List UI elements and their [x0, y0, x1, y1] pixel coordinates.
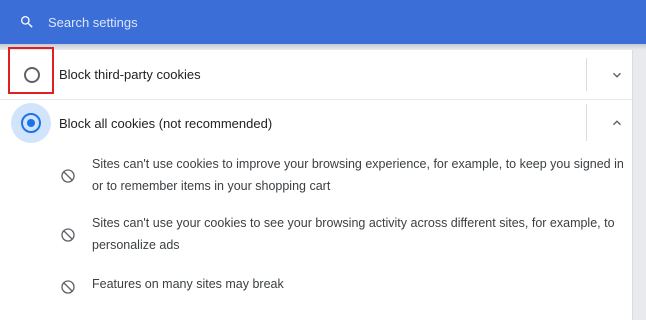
highlight-box: [8, 47, 54, 94]
option-block-all-cookies[interactable]: Block all cookies (not recommended): [0, 100, 632, 145]
divider: [586, 58, 587, 91]
search-input[interactable]: [48, 11, 608, 33]
block-icon: [61, 169, 75, 183]
chevron-down-icon[interactable]: [610, 68, 624, 82]
radio-dot: [27, 119, 35, 127]
detail-text: Features on many sites may break: [92, 277, 284, 291]
divider: [586, 104, 587, 141]
chevron-up-icon[interactable]: [610, 116, 624, 130]
radio-ring: [21, 113, 41, 133]
detail-text: Sites can't use your cookies to see your…: [92, 216, 615, 252]
cookie-settings-card: Block third-party cookies Block all cook…: [0, 50, 633, 320]
search-box: [0, 0, 640, 44]
block-icon: [61, 228, 75, 242]
option-label: Block all cookies (not recommended): [59, 116, 273, 131]
radio-button-selected[interactable]: [11, 103, 51, 143]
block-icon: [61, 280, 75, 294]
option-label: Block third-party cookies: [59, 67, 201, 82]
settings-header: [0, 0, 646, 44]
option-block-third-party-cookies[interactable]: Block third-party cookies: [0, 50, 632, 100]
detail-text: Sites can't use cookies to improve your …: [92, 157, 624, 193]
search-icon[interactable]: [19, 14, 35, 30]
